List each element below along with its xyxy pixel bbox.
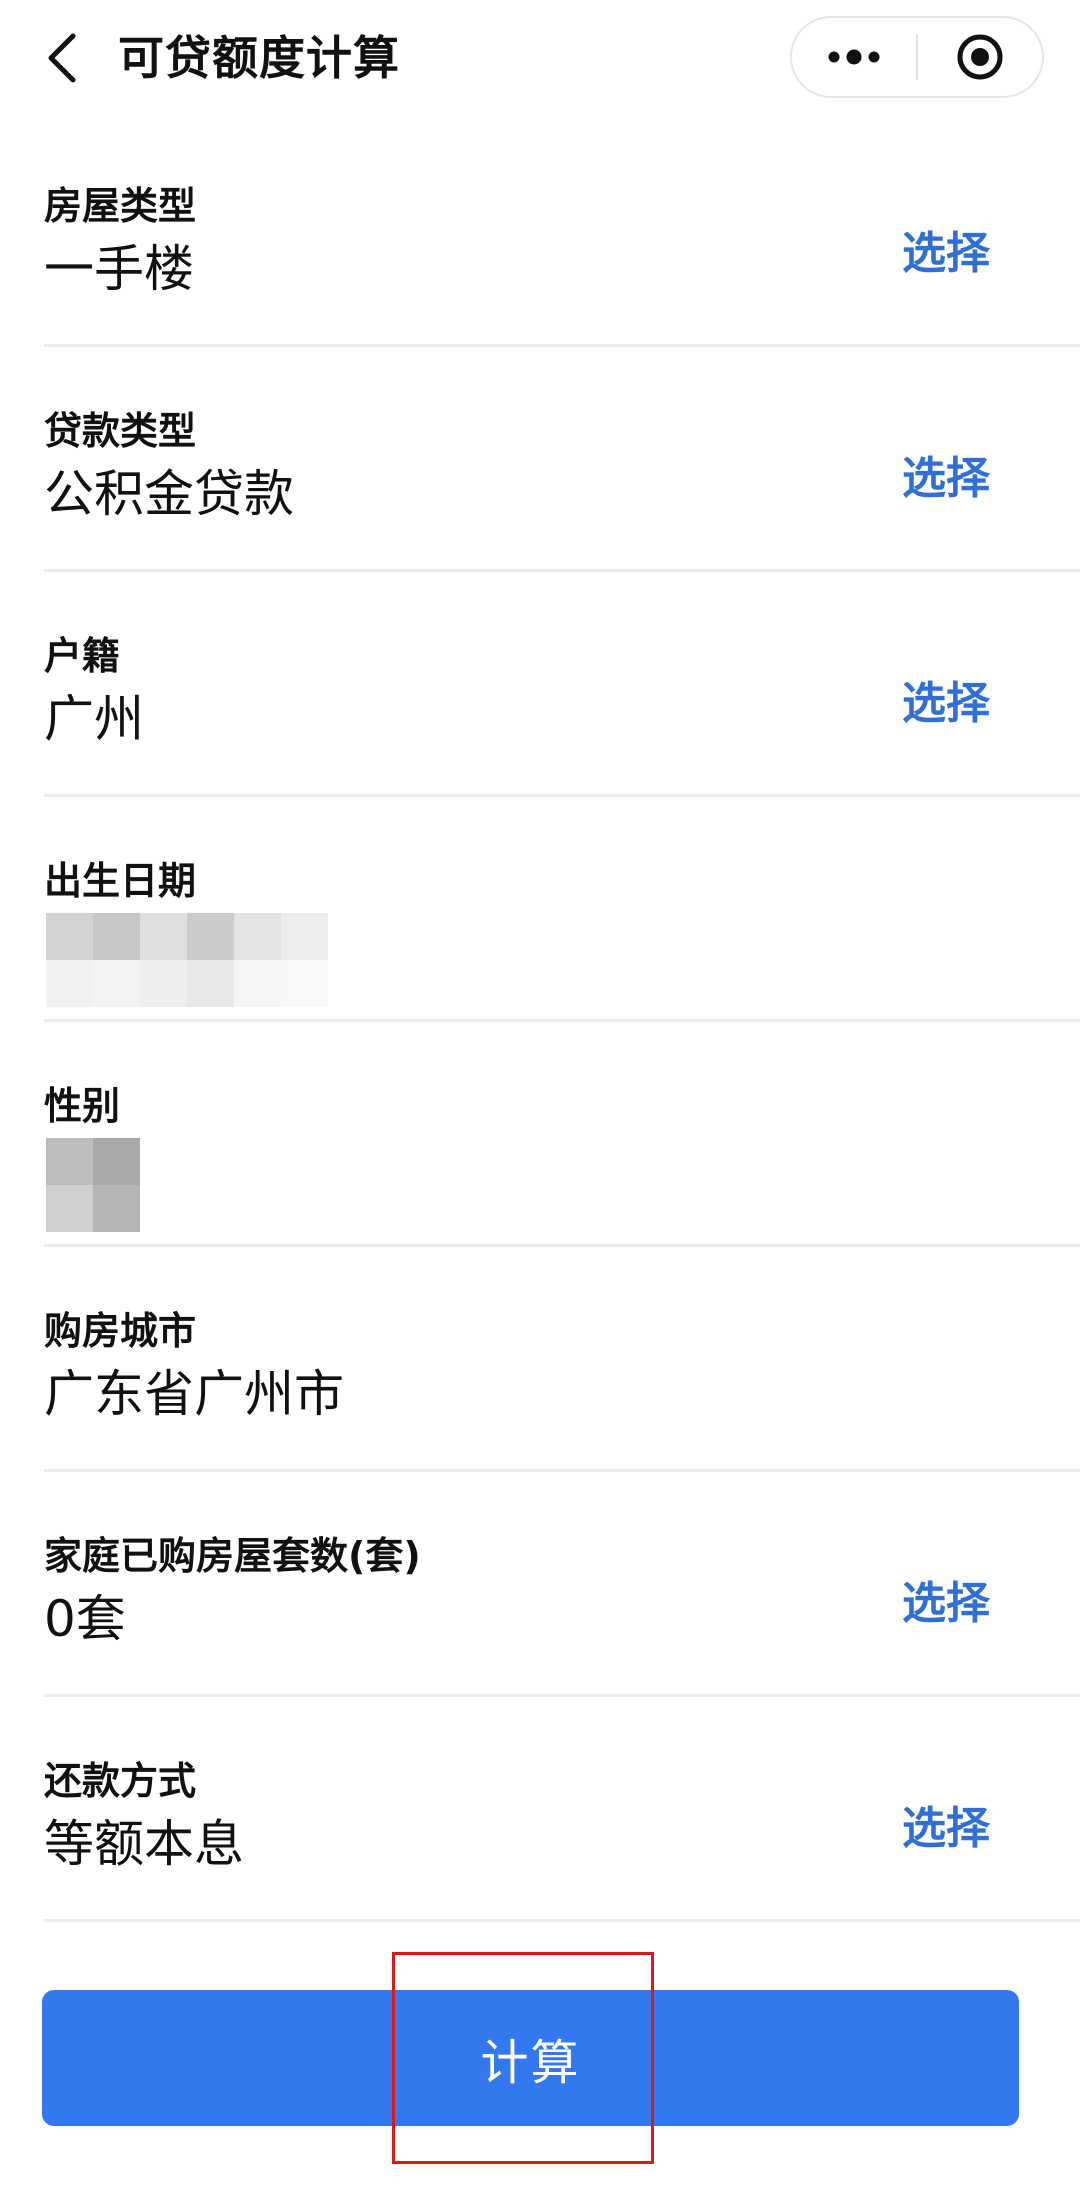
more-button[interactable] bbox=[792, 18, 916, 96]
row-label: 房屋类型 bbox=[44, 184, 197, 228]
page-title: 可贷额度计算 bbox=[118, 31, 400, 85]
row-value: 公积金贷款 bbox=[44, 465, 294, 523]
row-label: 出生日期 bbox=[44, 859, 197, 903]
row-value: 等额本息 bbox=[44, 1815, 244, 1873]
select-button[interactable]: 选择 bbox=[902, 676, 990, 732]
mini-program-capsule bbox=[790, 16, 1044, 98]
form-row-repayment-method[interactable]: 还款方式 等额本息 选择 bbox=[44, 1697, 1080, 1922]
back-button[interactable] bbox=[34, 22, 90, 94]
row-value: 广东省广州市 bbox=[44, 1365, 344, 1423]
select-button[interactable]: 选择 bbox=[902, 226, 990, 282]
row-value: 0套 bbox=[44, 1590, 126, 1648]
form-row-household-registration[interactable]: 户籍 广州 选择 bbox=[44, 572, 1080, 797]
row-label: 户籍 bbox=[44, 634, 121, 678]
form-row-birth-date: 出生日期 bbox=[44, 797, 1080, 1022]
select-button[interactable]: 选择 bbox=[902, 1801, 990, 1857]
more-dots-icon bbox=[828, 49, 880, 65]
select-button[interactable]: 选择 bbox=[902, 451, 990, 507]
row-label: 还款方式 bbox=[44, 1759, 197, 1803]
redacted-gender bbox=[46, 1138, 140, 1232]
form-row-purchase-city: 购房城市 广东省广州市 bbox=[44, 1247, 1080, 1472]
top-bar: 可贷额度计算 bbox=[0, 0, 1080, 120]
chevron-left-icon bbox=[48, 33, 76, 83]
loan-form: 房屋类型 一手楼 选择 贷款类型 公积金贷款 选择 户籍 广州 选择 出生日期 … bbox=[0, 122, 1080, 1922]
row-label: 家庭已购房屋套数(套) bbox=[44, 1534, 421, 1578]
select-button[interactable]: 选择 bbox=[902, 1576, 990, 1632]
form-row-owned-houses[interactable]: 家庭已购房屋套数(套) 0套 选择 bbox=[44, 1472, 1080, 1697]
form-row-gender: 性别 bbox=[44, 1022, 1080, 1247]
row-value: 广州 bbox=[44, 690, 144, 748]
target-circle-icon bbox=[957, 34, 1003, 80]
row-value: 一手楼 bbox=[44, 240, 194, 298]
redacted-birth-date bbox=[46, 913, 328, 1007]
row-label: 性别 bbox=[44, 1084, 121, 1128]
row-label: 购房城市 bbox=[44, 1309, 197, 1353]
form-row-house-type[interactable]: 房屋类型 一手楼 选择 bbox=[44, 122, 1080, 347]
close-button[interactable] bbox=[918, 18, 1042, 96]
form-row-loan-type[interactable]: 贷款类型 公积金贷款 选择 bbox=[44, 347, 1080, 572]
calculate-button[interactable]: 计算 bbox=[42, 1990, 1019, 2126]
row-label: 贷款类型 bbox=[44, 409, 197, 453]
